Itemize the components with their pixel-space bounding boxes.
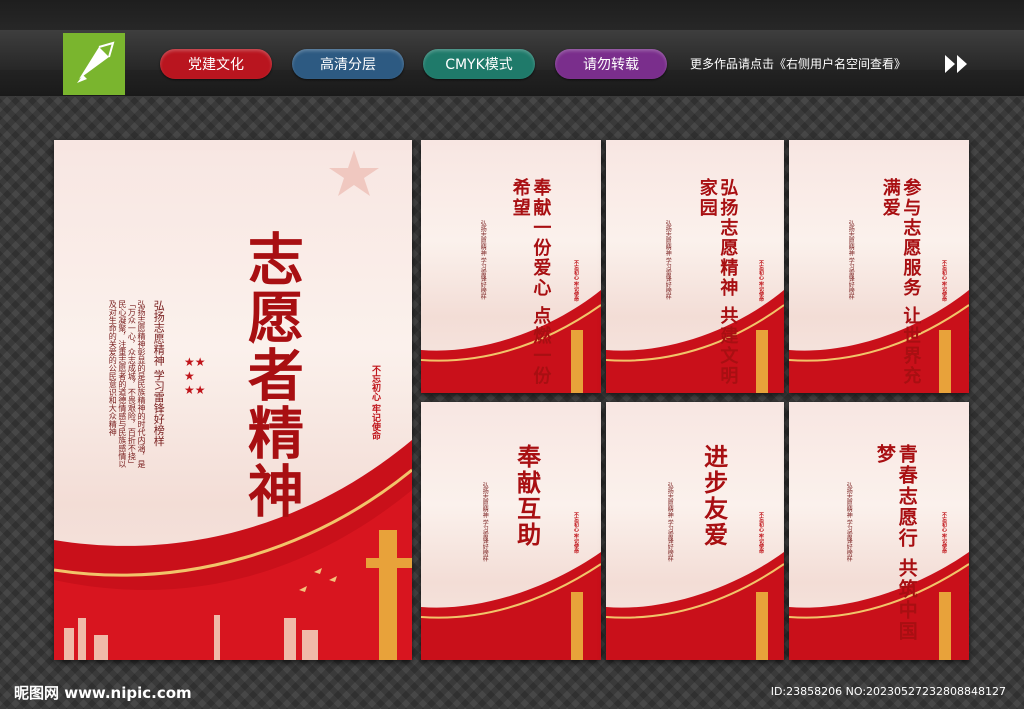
poster-3-subtitle: 弘扬志愿精神 学习雷锋好榜样 bbox=[847, 220, 855, 300]
poster-6-seal: 不忘初心 牢记使命 bbox=[941, 512, 947, 554]
poster-6: 青春志愿行 共筑中国梦 弘扬志愿精神 学习雷锋好榜样 不忘初心 牢记使命 bbox=[789, 402, 969, 660]
main-poster-body: 弘扬志愿精神彰显的是民族精神的时代内涵，是「万众一心，众志成城，不畏艰险，百折不… bbox=[108, 300, 146, 468]
poster-2: 弘扬志愿精神 共建文明家园 弘扬志愿精神 学习雷锋好榜样 不忘初心 牢记使命 bbox=[606, 140, 784, 393]
poster-3-seal: 不忘初心 牢记使命 bbox=[941, 260, 947, 302]
poster-4: 奉献互助 弘扬志愿精神 学习雷锋好榜样 不忘初心 牢记使命 bbox=[421, 402, 601, 660]
poster-1-seal: 不忘初心 牢记使命 bbox=[573, 260, 579, 302]
poster-1-title: 奉献一份爱心 点燃一份希望 bbox=[509, 178, 552, 387]
main-poster-title: 志愿者精神 bbox=[238, 230, 305, 520]
main-poster-seal: 不忘初心 牢记使命 bbox=[370, 365, 380, 441]
poster-6-subtitle: 弘扬志愿精神 学习雷锋好榜样 bbox=[845, 482, 853, 562]
double-arrow-icon[interactable] bbox=[943, 53, 971, 75]
main-poster-subtitle: 弘扬志愿精神 学习雷锋好榜样 bbox=[152, 300, 166, 447]
stars-icon: ★★ ★ ★★ bbox=[184, 355, 206, 397]
poster-1: 奉献一份爱心 点燃一份希望 弘扬志愿精神 学习雷锋好榜样 不忘初心 牢记使命 bbox=[421, 140, 601, 393]
poster-3-title: 参与志愿服务 让世界充满爱 bbox=[879, 178, 922, 387]
pill-party-culture[interactable]: 党建文化 bbox=[160, 49, 272, 79]
poster-2-seal: 不忘初心 牢记使命 bbox=[758, 260, 764, 302]
main-poster: 志愿者精神 弘扬志愿精神 学习雷锋好榜样 弘扬志愿精神彰显的是民族精神的时代内涵… bbox=[54, 140, 412, 660]
pen-logo-icon bbox=[63, 33, 125, 95]
poster-4-title: 奉献互助 bbox=[512, 444, 542, 548]
poster-4-seal: 不忘初心 牢记使命 bbox=[573, 512, 579, 554]
poster-5-seal: 不忘初心 牢记使命 bbox=[758, 512, 764, 554]
poster-6-title: 青春志愿行 共筑中国梦 bbox=[873, 444, 918, 642]
poster-4-subtitle: 弘扬志愿精神 学习雷锋好榜样 bbox=[481, 482, 489, 562]
pill-no-repost[interactable]: 请勿转载 bbox=[555, 49, 667, 79]
poster-2-subtitle: 弘扬志愿精神 学习雷锋好榜样 bbox=[664, 220, 672, 300]
top-banner: 党建文化 高清分层 CMYK模式 请勿转载 更多作品请点击《右侧用户名空间查看》 bbox=[0, 0, 1024, 96]
poster-1-subtitle: 弘扬志愿精神 学习雷锋好榜样 bbox=[479, 220, 487, 300]
poster-2-title: 弘扬志愿精神 共建文明家园 bbox=[696, 178, 739, 387]
pill-hd-layers[interactable]: 高清分层 bbox=[292, 49, 404, 79]
poster-5-subtitle: 弘扬志愿精神 学习雷锋好榜样 bbox=[666, 482, 674, 562]
header-note[interactable]: 更多作品请点击《右侧用户名空间查看》 bbox=[690, 55, 906, 72]
poster-5-title: 进步友爱 bbox=[699, 444, 729, 548]
poster-5: 进步友爱 弘扬志愿精神 学习雷锋好榜样 不忘初心 牢记使命 bbox=[606, 402, 784, 660]
poster-3: 参与志愿服务 让世界充满爱 弘扬志愿精神 学习雷锋好榜样 不忘初心 牢记使命 bbox=[789, 140, 969, 393]
site-watermark[interactable]: 昵图网 www.nipic.com bbox=[14, 682, 192, 703]
image-id: ID:23858206 NO:20230527232808848127 bbox=[770, 685, 1006, 698]
pill-cmyk[interactable]: CMYK模式 bbox=[423, 49, 535, 79]
